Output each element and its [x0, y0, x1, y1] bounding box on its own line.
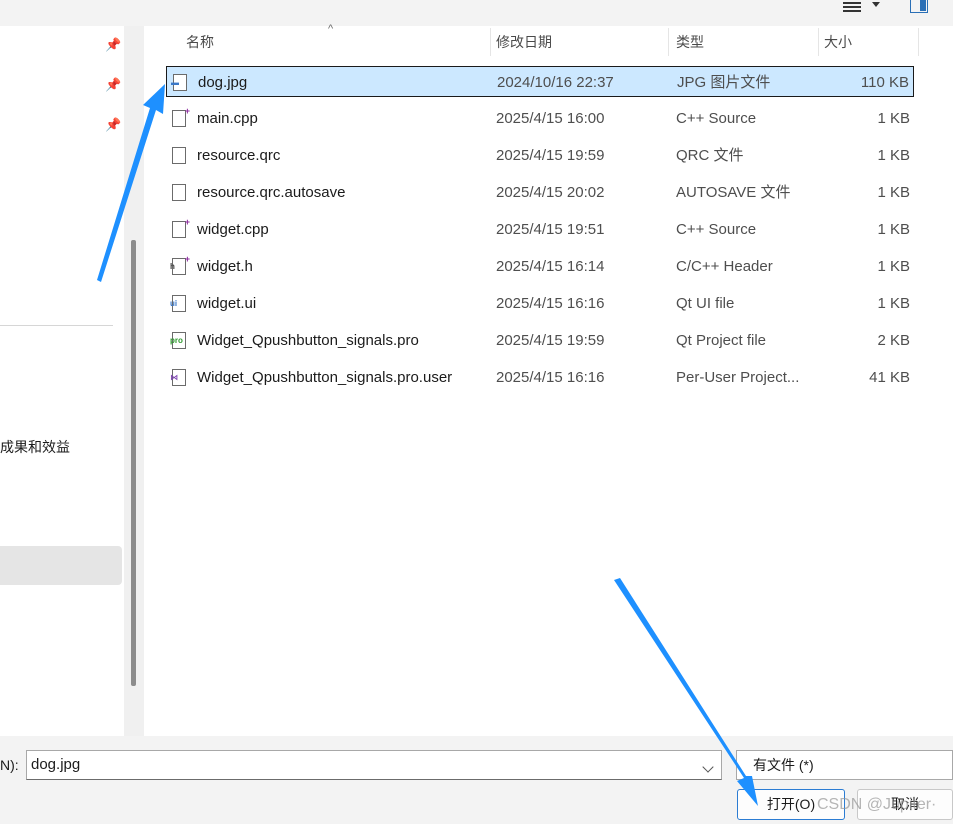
file-row[interactable]: ▬ dog.jpg 2024/10/16 22:37 JPG 图片文件 110 KB	[166, 66, 914, 97]
blank-file-icon	[172, 184, 186, 201]
file-name: resource.qrc.autosave	[197, 184, 346, 201]
file-date: 2024/10/16 22:37	[497, 74, 614, 91]
file-size: 1 KB	[877, 184, 910, 201]
file-name: widget.cpp	[197, 221, 269, 238]
file-row[interactable]: ui widget.ui 2025/4/15 16:16 Qt UI file 1 KB	[166, 288, 914, 319]
dialog-footer: N): dog.jpg 有文件 (*) 打开(O) 取消 CSDN @Jupit…	[0, 736, 953, 824]
cpp-file-icon: +	[172, 107, 190, 127]
vs-user-file-icon: ⋈	[170, 369, 186, 386]
file-name: Widget_Qpushbutton_signals.pro	[197, 332, 419, 349]
file-type: C/C++ Header	[676, 258, 773, 275]
toolbar	[0, 0, 953, 26]
pin-icon[interactable]: 📌	[105, 38, 121, 52]
file-row[interactable]: pro Widget_Qpushbutton_signals.pro 2025/4/…	[166, 325, 914, 356]
file-date: 2025/4/15 19:51	[496, 221, 605, 238]
nav-item-label[interactable]: 成果和效益	[0, 437, 70, 457]
navigation-pane: 📌 📌 📌 成果和效益	[0, 26, 124, 736]
image-file-icon: ▬	[171, 74, 187, 91]
qt-ui-file-icon: ui	[170, 295, 186, 312]
file-date: 2025/4/15 16:00	[496, 110, 605, 127]
file-row[interactable]: resource.qrc 2025/4/15 19:59 QRC 文件 1 KB	[166, 140, 914, 171]
column-header-name[interactable]: 名称	[180, 26, 490, 58]
nav-scrollbar[interactable]	[124, 26, 144, 736]
header-file-icon: h +	[170, 255, 190, 275]
watermark: CSDN @Jupiter·	[817, 796, 937, 813]
file-row[interactable]: + widget.cpp 2025/4/15 19:51 C++ Source 1 KB	[166, 214, 914, 245]
file-size: 1 KB	[877, 295, 910, 312]
file-type: C++ Source	[676, 110, 757, 127]
file-date: 2025/4/15 20:02	[496, 184, 605, 201]
column-separator[interactable]	[668, 28, 669, 56]
file-size: 110 KB	[860, 74, 909, 91]
file-row[interactable]: h + widget.h 2025/4/15 16:14 C/C++ Header 1 K…	[166, 251, 914, 282]
file-date: 2025/4/15 16:14	[496, 258, 605, 275]
qt-pro-file-icon: pro	[170, 332, 186, 349]
filename-input[interactable]: dog.jpg	[26, 750, 722, 780]
file-list: ^ 名称 修改日期 类型 大小 ▬ dog.jpg 2024/10/16 22:37…	[144, 23, 953, 736]
column-header-date[interactable]: 修改日期	[490, 26, 668, 58]
pin-icon[interactable]: 📌	[105, 118, 121, 132]
file-type-filter[interactable]: 有文件 (*)	[736, 750, 953, 780]
file-type: C++ Source	[676, 221, 757, 238]
cpp-file-icon: +	[172, 218, 190, 238]
preview-pane-icon[interactable]	[910, 0, 928, 13]
file-type: QRC 文件	[676, 147, 744, 164]
file-size: 1 KB	[877, 110, 910, 127]
file-date: 2025/4/15 19:59	[496, 147, 605, 164]
file-size: 1 KB	[877, 258, 910, 275]
file-type: Per-User Project...	[676, 369, 800, 386]
view-options-icon[interactable]	[843, 0, 861, 14]
file-name: resource.qrc	[197, 147, 281, 164]
file-date: 2025/4/15 19:59	[496, 332, 605, 349]
file-date: 2025/4/15 16:16	[496, 369, 605, 386]
chevron-down-icon[interactable]	[872, 2, 880, 7]
file-name: dog.jpg	[198, 74, 248, 91]
file-name: widget.h	[197, 258, 253, 275]
file-size: 1 KB	[877, 221, 910, 238]
file-type: Qt Project file	[676, 332, 767, 349]
column-header-type[interactable]: 类型	[670, 26, 818, 58]
file-name: Widget_Qpushbutton_signals.pro.user	[197, 369, 453, 386]
column-header-size[interactable]: 大小	[818, 26, 918, 58]
file-name: widget.ui	[197, 295, 257, 312]
file-type: Qt UI file	[676, 295, 735, 312]
file-size: 1 KB	[877, 147, 910, 164]
nav-scrollbar-thumb[interactable]	[131, 240, 136, 686]
column-separator[interactable]	[918, 28, 919, 56]
file-row[interactable]: resource.qrc.autosave 2025/4/15 20:02 AUTO…	[166, 177, 914, 208]
filename-label: N):	[0, 757, 19, 773]
file-row[interactable]: ⋈ Widget_Qpushbutton_signals.pro.user 2025…	[166, 362, 914, 393]
file-type: JPG 图片文件	[677, 74, 771, 91]
blank-file-icon	[172, 147, 186, 164]
file-size: 41 KB	[869, 369, 910, 386]
file-row[interactable]: + main.cpp 2025/4/15 16:00 C++ Source 1 KB	[166, 103, 914, 134]
file-type: AUTOSAVE 文件	[676, 184, 791, 201]
nav-divider	[0, 325, 113, 326]
file-date: 2025/4/15 16:16	[496, 295, 605, 312]
file-name: main.cpp	[197, 110, 258, 127]
nav-item-selected[interactable]	[0, 546, 122, 585]
pin-icon[interactable]: 📌	[105, 78, 121, 92]
file-size: 2 KB	[877, 332, 910, 349]
